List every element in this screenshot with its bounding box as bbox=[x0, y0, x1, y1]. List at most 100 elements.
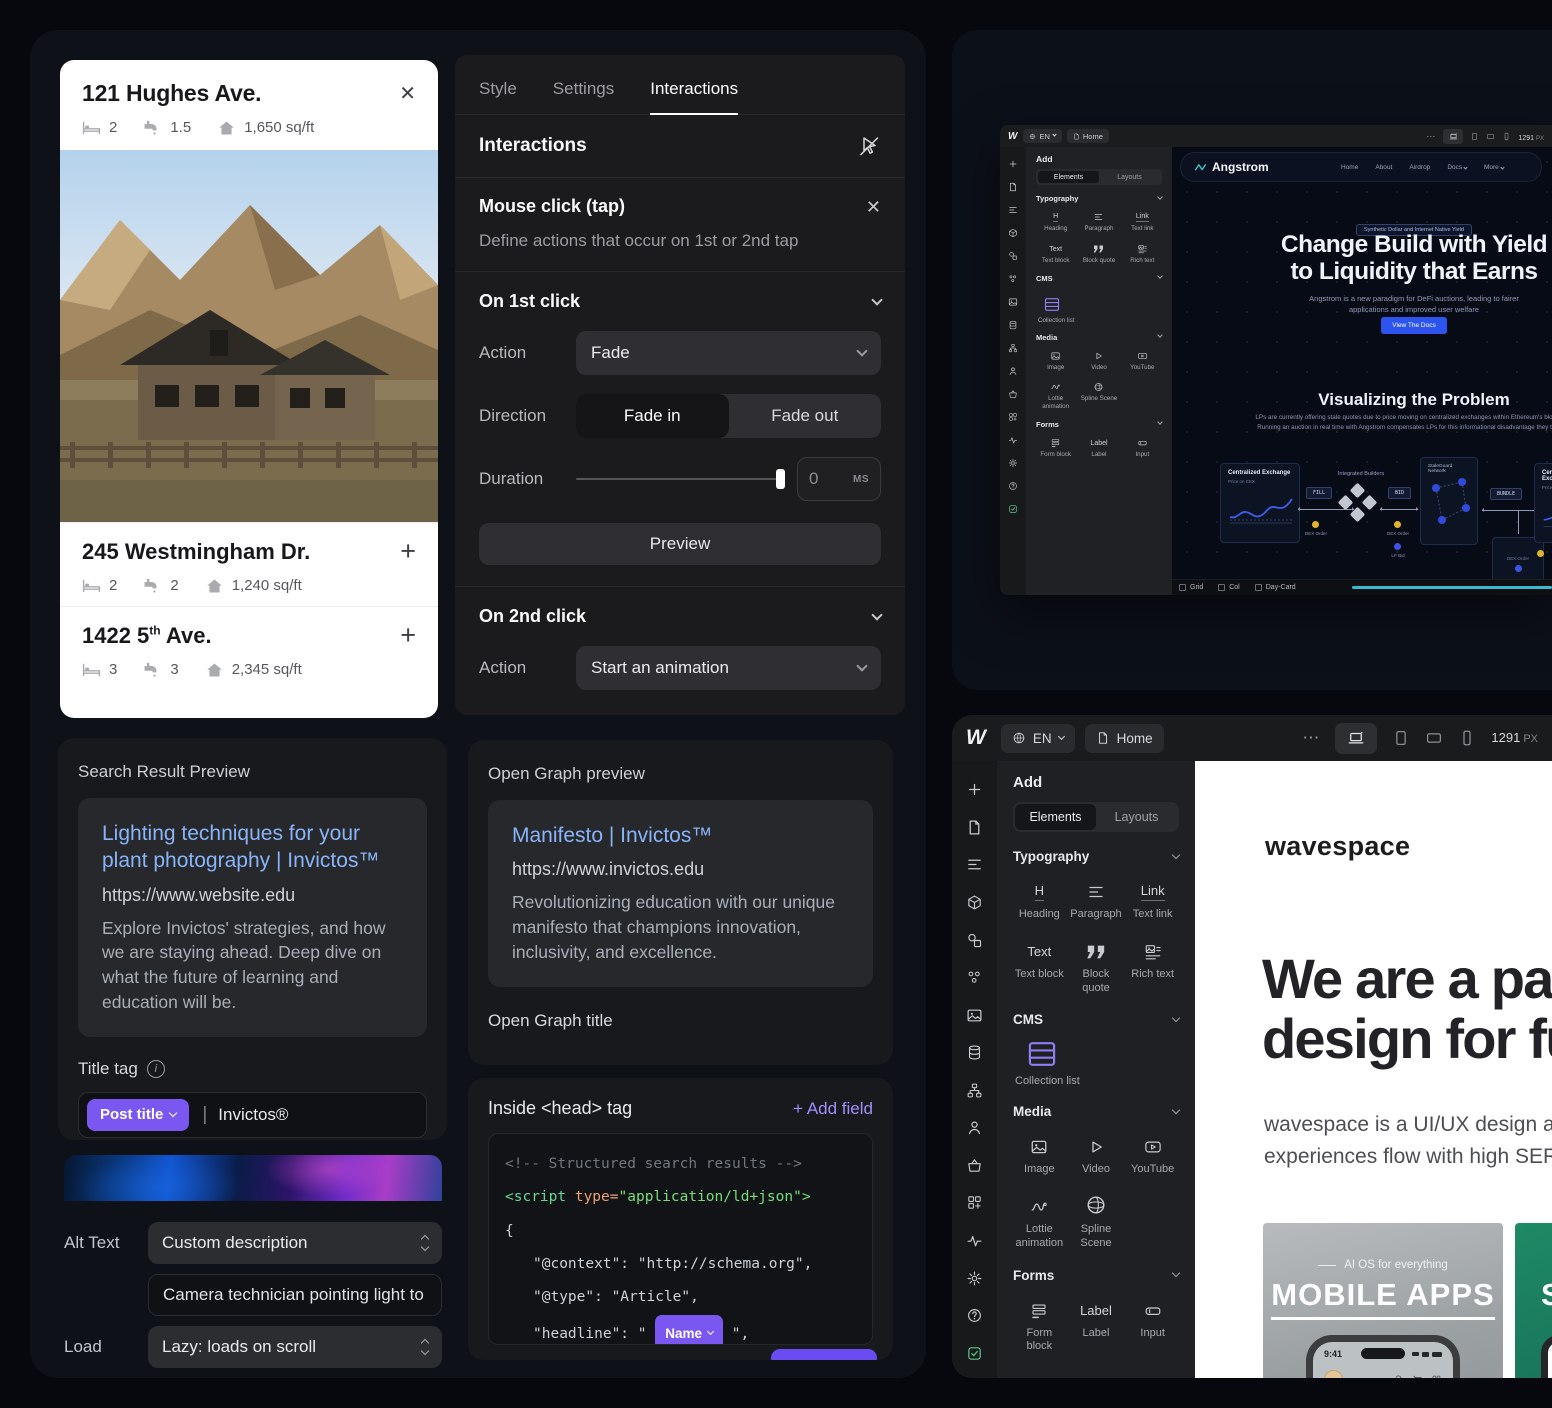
styles-tool[interactable] bbox=[1008, 244, 1018, 267]
breakpoint-phone[interactable] bbox=[1458, 729, 1476, 747]
element-text-link[interactable]: LinkText link bbox=[1123, 209, 1162, 233]
breakpoint-phone[interactable] bbox=[1502, 132, 1511, 141]
post-title-token[interactable]: Post title bbox=[87, 1099, 189, 1131]
preview-button[interactable]: Preview bbox=[479, 523, 881, 565]
close-icon[interactable]: ✕ bbox=[866, 198, 881, 216]
result-title-link[interactable]: Lighting techniques for your plant photo… bbox=[102, 820, 403, 875]
element-lottie[interactable]: Lottie animation bbox=[1036, 379, 1075, 411]
page-tab-home[interactable]: Home bbox=[1067, 129, 1109, 143]
fade-out-option[interactable]: Fade out bbox=[729, 394, 882, 438]
load-mode-select[interactable]: Lazy: loads on scroll bbox=[148, 1326, 442, 1368]
element-input[interactable]: Input bbox=[1126, 1296, 1179, 1355]
element-youtube[interactable]: YouTube bbox=[1126, 1132, 1179, 1177]
element-video[interactable]: Video bbox=[1070, 1132, 1123, 1177]
app-logo[interactable]: W bbox=[966, 726, 985, 750]
clipped-purple-button[interactable] bbox=[771, 1349, 877, 1360]
add-tool[interactable] bbox=[966, 771, 983, 809]
tab-interactions[interactable]: Interactions bbox=[650, 79, 738, 115]
info-icon[interactable]: i bbox=[147, 1060, 165, 1078]
remove-interaction-icon[interactable] bbox=[857, 134, 881, 158]
toggle-day-card[interactable]: Day-Card bbox=[1255, 584, 1296, 591]
users-tool[interactable] bbox=[1008, 359, 1018, 382]
toggle-col[interactable]: Col bbox=[1218, 584, 1240, 591]
breakpoint-tablet-landscape[interactable] bbox=[1425, 729, 1443, 747]
styles-tool[interactable] bbox=[966, 921, 983, 959]
nav-more[interactable]: More bbox=[1484, 164, 1504, 171]
horizontal-scrollbar[interactable] bbox=[1352, 586, 1552, 589]
element-form-block[interactable]: Form block bbox=[1013, 1296, 1066, 1355]
angstrom-brand[interactable]: Angstrom bbox=[1194, 160, 1269, 174]
breakpoint-desktop[interactable] bbox=[1443, 129, 1463, 144]
logic-tool[interactable] bbox=[966, 1072, 983, 1110]
breakpoint-desktop[interactable] bbox=[1335, 723, 1377, 754]
breakpoint-tablet[interactable] bbox=[1470, 132, 1479, 141]
code-editor[interactable]: <!-- Structured search results --> <scri… bbox=[488, 1133, 873, 1345]
chevron-down-icon[interactable] bbox=[1157, 332, 1163, 338]
breakpoint-tablet-landscape[interactable] bbox=[1486, 132, 1495, 141]
help-tool[interactable] bbox=[1008, 474, 1018, 497]
element-image[interactable]: Image bbox=[1036, 348, 1075, 372]
nav-docs[interactable]: Docs bbox=[1447, 164, 1467, 171]
add-tool[interactable] bbox=[1008, 152, 1018, 175]
element-block-quote[interactable]: Block quote bbox=[1070, 937, 1123, 996]
slider-handle[interactable] bbox=[776, 469, 785, 489]
og-title-link[interactable]: Manifesto | Invictos™ bbox=[512, 822, 849, 849]
element-image[interactable]: Image bbox=[1013, 1132, 1066, 1177]
app-logo[interactable]: W bbox=[1008, 131, 1016, 142]
add-listing-icon[interactable]: + bbox=[400, 622, 416, 649]
add-field-button[interactable]: + Add field bbox=[793, 1099, 873, 1119]
language-switcher[interactable]: EN bbox=[1001, 724, 1075, 753]
pages-tool[interactable] bbox=[966, 809, 983, 847]
element-youtube[interactable]: YouTube bbox=[1123, 348, 1162, 372]
canvas-width-value[interactable]: 1291 bbox=[1518, 135, 1534, 142]
chevron-down-icon[interactable] bbox=[1157, 419, 1163, 425]
page-tab-home[interactable]: Home bbox=[1085, 724, 1164, 753]
tab-settings[interactable]: Settings bbox=[553, 79, 614, 114]
listing-row[interactable]: 1422 5th Ave. + 3 3 2,345 sq/ft bbox=[60, 606, 438, 690]
chevron-down-icon[interactable] bbox=[871, 294, 882, 305]
nav-home[interactable]: Home bbox=[1341, 164, 1358, 171]
chevron-down-icon[interactable] bbox=[1157, 273, 1163, 279]
canvas-width-value[interactable]: 1291 bbox=[1491, 730, 1520, 745]
action-select[interactable]: Fade bbox=[576, 331, 881, 375]
view-docs-button[interactable]: View The Docs bbox=[1381, 317, 1447, 334]
tab-layouts[interactable]: Layouts bbox=[1099, 171, 1160, 183]
cms-tool[interactable] bbox=[966, 1034, 983, 1072]
element-paragraph[interactable]: Paragraph bbox=[1070, 877, 1123, 922]
fade-in-option[interactable]: Fade in bbox=[576, 394, 729, 438]
layers-tool[interactable] bbox=[1008, 198, 1018, 221]
nav-about[interactable]: About bbox=[1375, 164, 1392, 171]
element-collection-list[interactable]: Collection list bbox=[1013, 1040, 1179, 1087]
chevron-down-icon[interactable] bbox=[1172, 1106, 1180, 1114]
checklist-tool[interactable] bbox=[966, 1334, 983, 1372]
element-spline[interactable]: Spline Scene bbox=[1079, 379, 1118, 411]
element-paragraph[interactable]: Paragraph bbox=[1079, 209, 1118, 233]
element-lottie[interactable]: Lottie animation bbox=[1013, 1192, 1066, 1251]
element-text-block[interactable]: TextText block bbox=[1036, 241, 1075, 265]
commerce-tool[interactable] bbox=[1008, 382, 1018, 405]
element-video[interactable]: Video bbox=[1079, 348, 1118, 372]
help-tool[interactable] bbox=[966, 1297, 983, 1335]
more-menu-icon[interactable]: ⋯ bbox=[1426, 131, 1436, 142]
assets-tool[interactable] bbox=[966, 996, 983, 1034]
element-form-block[interactable]: Form block bbox=[1036, 435, 1075, 459]
breakpoint-tablet[interactable] bbox=[1392, 729, 1410, 747]
listing-row[interactable]: 245 Westmingham Dr. + 2 2 1,240 sq/ft bbox=[60, 522, 438, 606]
users-tool[interactable] bbox=[966, 1109, 983, 1147]
element-text-link[interactable]: LinkText link bbox=[1126, 877, 1179, 922]
assets-tool[interactable] bbox=[1008, 290, 1018, 313]
cms-tool[interactable] bbox=[1008, 313, 1018, 336]
add-listing-icon[interactable]: + bbox=[400, 538, 416, 565]
tokens-tool[interactable] bbox=[966, 959, 983, 997]
element-heading[interactable]: HHeading bbox=[1036, 209, 1075, 233]
element-rich-text[interactable]: Rich text bbox=[1126, 937, 1179, 996]
chevron-down-icon[interactable] bbox=[1172, 850, 1180, 858]
duration-slider[interactable] bbox=[576, 478, 785, 480]
duration-input[interactable]: 0 MS bbox=[797, 457, 881, 501]
element-spline[interactable]: Spline Scene bbox=[1070, 1192, 1123, 1251]
alt-description-input[interactable]: Camera technician pointing light to bbox=[148, 1274, 442, 1316]
tab-elements[interactable]: Elements bbox=[1038, 171, 1099, 183]
element-block-quote[interactable]: Block quote bbox=[1079, 241, 1118, 265]
apps-tool[interactable] bbox=[1008, 405, 1018, 428]
components-tool[interactable] bbox=[966, 884, 983, 922]
